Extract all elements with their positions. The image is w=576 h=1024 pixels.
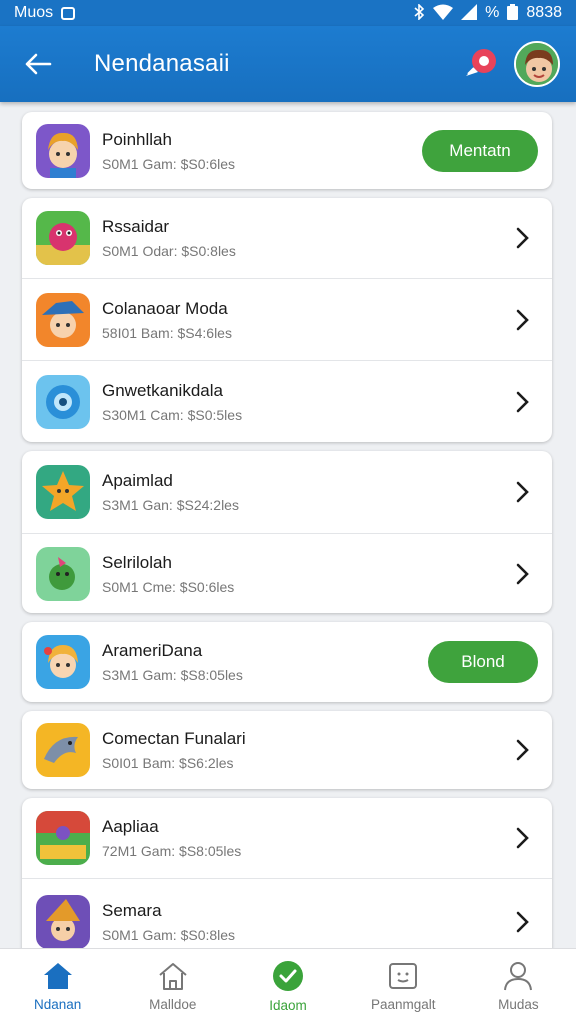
nav-item-messages[interactable]: Paanmgalt — [346, 949, 461, 1024]
app-meta: S0M1 Cme: $S0:6les — [102, 578, 235, 595]
app-icon-farm-game — [36, 811, 90, 865]
notification-bubble-icon — [466, 49, 496, 76]
notification-button[interactable] — [462, 44, 502, 84]
app-name: Poinhllah — [102, 129, 172, 149]
app-icon-dolphin — [36, 723, 90, 777]
nav-item-house[interactable]: Malldoe — [115, 949, 230, 1024]
nav-item-check[interactable]: Idaom — [230, 949, 345, 1024]
app-icon-blue-blob — [36, 374, 90, 429]
app-meta: S30M1 Cam: $S0:5les — [102, 406, 243, 423]
nav-label: Malldoe — [149, 997, 197, 1012]
app-bar: Nendanasaii — [0, 26, 576, 102]
chevron-right-icon — [508, 735, 538, 765]
app-action-button[interactable]: Mentatn — [422, 129, 538, 172]
list-item[interactable]: Poinhllah S0M1 Gam: $S0:6les Mentatn — [22, 112, 552, 189]
check-circle-icon — [273, 961, 303, 991]
chevron-right-icon — [508, 305, 538, 335]
smiley-box-icon — [389, 963, 418, 989]
bottom-nav: Ndanan Malldoe Idaom Paanmgalt Mudas — [0, 948, 576, 1024]
chevron-right-icon — [508, 387, 538, 417]
battery-icon — [507, 3, 519, 23]
app-meta: 58I01 Bam: $S4:6les — [102, 324, 232, 341]
arrow-left-icon — [25, 53, 52, 75]
chevron-right-icon — [508, 823, 538, 853]
app-card: ArameriDana S3M1 Gam: $S8:05les Blond — [22, 622, 552, 702]
app-icon-star-creature — [36, 465, 90, 519]
app-card: Apaimlad S3M1 Gan: $S24:2les Selrilolah … — [22, 451, 552, 613]
app-name: Gnwetkanikdala — [102, 380, 223, 400]
app-icon-wizard — [36, 894, 90, 949]
app-name: Apaimlad — [102, 471, 173, 490]
lock-icon — [61, 6, 76, 20]
nav-label: Mudas — [498, 997, 539, 1012]
nav-item-home[interactable]: Ndanan — [0, 949, 115, 1024]
status-bar: Muos % 8838 — [0, 0, 576, 26]
list-item[interactable]: Apaimlad S3M1 Gan: $S24:2les — [22, 451, 552, 533]
chevron-right-icon — [508, 907, 538, 937]
list-item[interactable]: Aapliaa 72M1 Gam: $S8:05les — [22, 798, 552, 878]
app-name: Comectan Funalari — [102, 729, 246, 748]
app-meta: S3M1 Gam: $S8:05les — [102, 667, 243, 683]
nav-item-profile[interactable]: Mudas — [461, 949, 576, 1024]
page-title: Nendanasaii — [94, 50, 230, 77]
home-icon — [43, 963, 72, 989]
status-time: 8838 — [526, 4, 562, 21]
chevron-right-icon — [508, 559, 538, 589]
app-action-button[interactable]: Blond — [428, 641, 538, 683]
app-icon-cartoon-girl — [36, 635, 90, 689]
app-name: Colanaoar Moda — [102, 298, 228, 318]
app-card: Comectan Funalari S0I01 Bam: $S6:2les — [22, 711, 552, 789]
list-item[interactable]: Rssaidar S0M1 Odar: $S0:8les — [22, 198, 552, 278]
signal-icon — [461, 3, 478, 23]
app-card: Aapliaa 72M1 Gam: $S8:05les Semara S0M1 … — [22, 798, 552, 964]
nav-label: Paanmgalt — [370, 997, 436, 1012]
person-icon — [504, 962, 533, 991]
wifi-icon — [433, 4, 454, 23]
app-icon-cartoon-boy — [36, 123, 90, 178]
app-meta: S0M1 Gam: $S0:8les — [102, 926, 236, 943]
app-name: Selrilolah — [102, 552, 172, 572]
nav-label: Idaom — [269, 998, 307, 1013]
back-button[interactable] — [16, 42, 60, 86]
avatar-face-icon — [516, 43, 558, 85]
app-card: Rssaidar S0M1 Odar: $S0:8les Colanaoar M… — [22, 198, 552, 442]
chevron-right-icon — [508, 223, 538, 253]
app-icon-green-dragon — [36, 546, 90, 601]
app-meta: S0M1 Odar: $S0:8les — [102, 243, 236, 259]
app-icon-pink-monster — [36, 211, 90, 265]
house-outline-icon — [159, 963, 187, 990]
chevron-right-icon — [508, 477, 538, 507]
list-item[interactable]: Selrilolah S0M1 Cme: $S0:6les — [22, 533, 552, 613]
bluetooth-icon — [413, 2, 425, 23]
app-list: Poinhllah S0M1 Gam: $S0:6les Mentatn Rss… — [22, 112, 552, 973]
app-meta: S0I01 Bam: $S6:2les — [102, 755, 234, 771]
list-item[interactable]: ArameriDana S3M1 Gam: $S8:05les Blond — [22, 622, 552, 702]
app-icon-cowboy — [36, 292, 90, 347]
avatar[interactable] — [514, 41, 560, 87]
app-card: Poinhllah S0M1 Gam: $S0:6les Mentatn — [22, 112, 552, 189]
status-percent: % — [485, 4, 500, 21]
app-name: Aapliaa — [102, 817, 159, 836]
list-item[interactable]: Gnwetkanikdala S30M1 Cam: $S0:5les — [22, 360, 552, 442]
app-name: ArameriDana — [102, 641, 203, 660]
app-name: Semara — [102, 900, 162, 920]
app-meta: S3M1 Gan: $S24:2les — [102, 497, 239, 513]
app-name: Rssaidar — [102, 217, 170, 236]
app-meta: S0M1 Gam: $S0:6les — [102, 155, 236, 172]
app-meta: 72M1 Gam: $S8:05les — [102, 843, 242, 859]
list-item[interactable]: Comectan Funalari S0I01 Bam: $S6:2les — [22, 711, 552, 789]
list-item[interactable]: Colanaoar Moda 58I01 Bam: $S4:6les — [22, 278, 552, 360]
nav-label: Ndanan — [33, 997, 82, 1012]
status-text: Muos — [14, 4, 54, 21]
